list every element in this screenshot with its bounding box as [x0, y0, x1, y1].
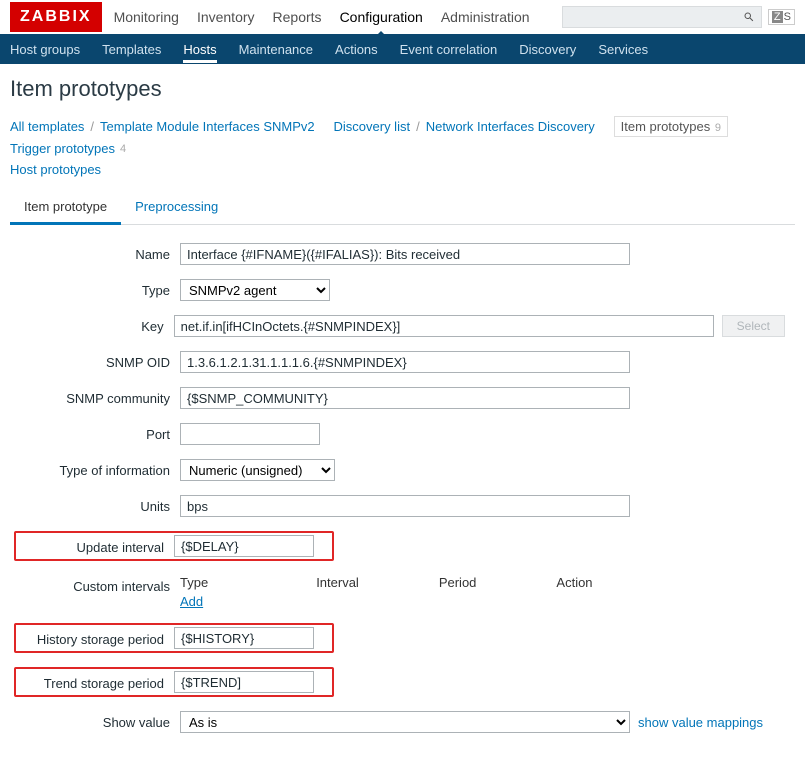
input-name[interactable]: [180, 243, 630, 265]
bc-trigger-prototypes[interactable]: Trigger prototypes: [10, 141, 115, 156]
topnav-reports[interactable]: Reports: [273, 1, 322, 33]
bc-trigger-count: 4: [120, 143, 126, 155]
label-snmp-community: SNMP community: [20, 387, 180, 406]
search-input[interactable]: [562, 6, 762, 28]
label-key: Key: [20, 315, 174, 334]
bc-sep: /: [90, 119, 94, 134]
subnav-event-correlation[interactable]: Event correlation: [400, 36, 498, 63]
select-type-of-info[interactable]: Numeric (unsigned): [180, 459, 335, 481]
bc-network-interfaces[interactable]: Network Interfaces Discovery: [426, 119, 595, 134]
custom-intervals-header: Type Interval Period Action: [180, 575, 785, 590]
bc-discovery-list[interactable]: Discovery list: [334, 119, 411, 134]
input-snmp-community[interactable]: [180, 387, 630, 409]
label-trend-storage: Trend storage period: [18, 674, 174, 691]
label-history-storage: History storage period: [18, 630, 174, 647]
subnav-host-groups[interactable]: Host groups: [10, 36, 80, 63]
zs-badge[interactable]: ZS: [768, 9, 795, 25]
label-type-of-info: Type of information: [20, 459, 180, 478]
label-show-value: Show value: [20, 711, 180, 730]
subnav-hosts[interactable]: Hosts: [183, 36, 216, 63]
tabs: Item prototype Preprocessing: [10, 191, 795, 225]
subnav-templates[interactable]: Templates: [102, 36, 161, 63]
tab-item-prototype[interactable]: Item prototype: [10, 191, 121, 225]
subnav-services[interactable]: Services: [598, 36, 648, 63]
label-custom-intervals: Custom intervals: [20, 575, 180, 594]
input-snmp-oid[interactable]: [180, 351, 630, 373]
topnav-configuration[interactable]: Configuration: [340, 1, 423, 33]
top-nav: Monitoring Inventory Reports Configurati…: [114, 1, 562, 33]
search-icon: [743, 11, 755, 23]
select-show-value[interactable]: As is: [180, 711, 630, 733]
label-type: Type: [20, 279, 180, 298]
topnav-monitoring[interactable]: Monitoring: [114, 1, 179, 33]
input-trend-storage[interactable]: [174, 671, 314, 693]
button-select-key: Select: [722, 315, 785, 337]
label-name: Name: [20, 243, 180, 262]
topnav-administration[interactable]: Administration: [441, 1, 530, 33]
input-history-storage[interactable]: [174, 627, 314, 649]
sub-nav: Host groups Templates Hosts Maintenance …: [0, 34, 805, 64]
breadcrumb: All templates / Template Module Interfac…: [10, 116, 795, 156]
subnav-actions[interactable]: Actions: [335, 36, 378, 63]
topnav-inventory[interactable]: Inventory: [197, 1, 255, 33]
tab-preprocessing[interactable]: Preprocessing: [121, 191, 232, 224]
input-units[interactable]: [180, 495, 630, 517]
bc-current: Item prototypes 9: [614, 116, 728, 137]
subnav-maintenance[interactable]: Maintenance: [239, 36, 313, 63]
logo[interactable]: ZABBIX: [10, 2, 102, 32]
label-snmp-oid: SNMP OID: [20, 351, 180, 370]
link-add-interval[interactable]: Add: [180, 594, 203, 609]
bc-template-module[interactable]: Template Module Interfaces SNMPv2: [100, 119, 315, 134]
page-title: Item prototypes: [10, 76, 795, 102]
link-show-value-mappings[interactable]: show value mappings: [638, 715, 763, 730]
input-port[interactable]: [180, 423, 320, 445]
bc-host-prototypes[interactable]: Host prototypes: [10, 162, 101, 177]
label-update-interval: Update interval: [18, 538, 174, 555]
select-type[interactable]: SNMPv2 agent: [180, 279, 330, 301]
bc-all-templates[interactable]: All templates: [10, 119, 84, 134]
label-port: Port: [20, 423, 180, 442]
label-units: Units: [20, 495, 180, 514]
input-update-interval[interactable]: [174, 535, 314, 557]
bc-sep: /: [416, 119, 420, 134]
subnav-discovery[interactable]: Discovery: [519, 36, 576, 63]
input-key[interactable]: [174, 315, 714, 337]
